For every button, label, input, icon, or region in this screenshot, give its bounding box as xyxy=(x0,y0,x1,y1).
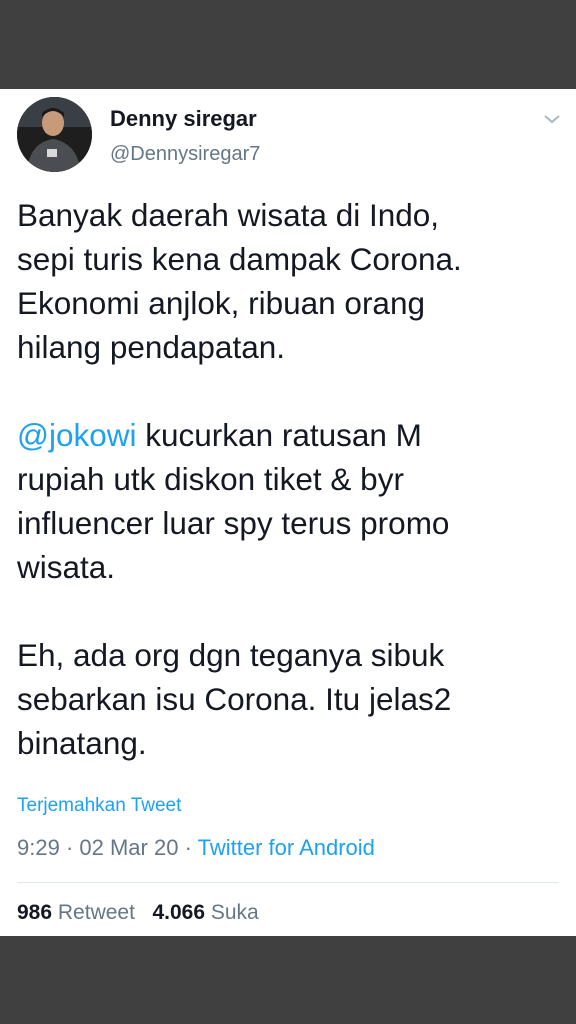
tweet-stats: 986 Retweet 4.066 Suka xyxy=(17,901,259,925)
tweet-date: 02 Mar 20 xyxy=(79,835,179,860)
likes-label: Suka xyxy=(210,901,259,924)
avatar[interactable] xyxy=(17,97,92,172)
retweets-count: 986 xyxy=(17,901,53,924)
tweet-line: Banyak daerah wisata di Indo, xyxy=(17,197,440,233)
user-handle[interactable]: @Dennysiregar7 xyxy=(110,143,260,166)
tweet-line: sepi turis kena dampak Corona. xyxy=(17,241,462,277)
tweet-paragraph: Eh, ada org dgn teganya sibuk sebarkan i… xyxy=(17,633,562,765)
tweet-meta: 9:29 · 02 Mar 20 · Twitter for Android xyxy=(17,835,375,861)
tweet-line: kucurkan ratusan M xyxy=(136,417,422,453)
divider xyxy=(17,882,559,883)
chevron-down-icon[interactable] xyxy=(538,109,566,129)
retweets-label: Retweet xyxy=(57,901,135,924)
avatar-image xyxy=(17,97,92,172)
mention-link[interactable]: @jokowi xyxy=(17,417,137,453)
bottom-frame-bar xyxy=(0,936,576,1024)
likes-count: 4.066 xyxy=(152,901,206,924)
display-name[interactable]: Denny siregar xyxy=(110,106,257,132)
tweet-line: hilang pendapatan. xyxy=(17,329,285,365)
tweet-line: influencer luar spy terus promo xyxy=(17,505,450,541)
retweets-stat[interactable]: 986 Retweet xyxy=(17,901,135,924)
tweet-paragraph: @jokowi kucurkan ratusan M rupiah utk di… xyxy=(17,413,562,589)
tweet-time: 9:29 xyxy=(17,835,60,860)
tweet-paragraph: Banyak daerah wisata di Indo, sepi turis… xyxy=(17,193,562,369)
top-frame-bar xyxy=(0,0,576,89)
tweet-source-link[interactable]: Twitter for Android xyxy=(198,835,375,860)
tweet-line: sebarkan isu Corona. Itu jelas2 xyxy=(17,681,452,717)
meta-separator: · xyxy=(178,835,198,860)
tweet-line: Ekonomi anjlok, ribuan orang xyxy=(17,285,425,321)
tweet-line: Eh, ada org dgn teganya sibuk xyxy=(17,637,445,673)
meta-separator: · xyxy=(59,835,80,860)
translate-tweet-link[interactable]: Terjemahkan Tweet xyxy=(17,795,181,817)
tweet-text: Banyak daerah wisata di Indo, sepi turis… xyxy=(17,193,562,809)
tweet-card: Denny siregar @Dennysiregar7 Banyak daer… xyxy=(0,89,576,936)
tweet-line: rupiah utk diskon tiket & byr xyxy=(17,461,404,497)
tweet-line: binatang. xyxy=(17,725,147,761)
likes-stat[interactable]: 4.066 Suka xyxy=(152,901,258,924)
tweet-line: wisata. xyxy=(17,549,116,585)
